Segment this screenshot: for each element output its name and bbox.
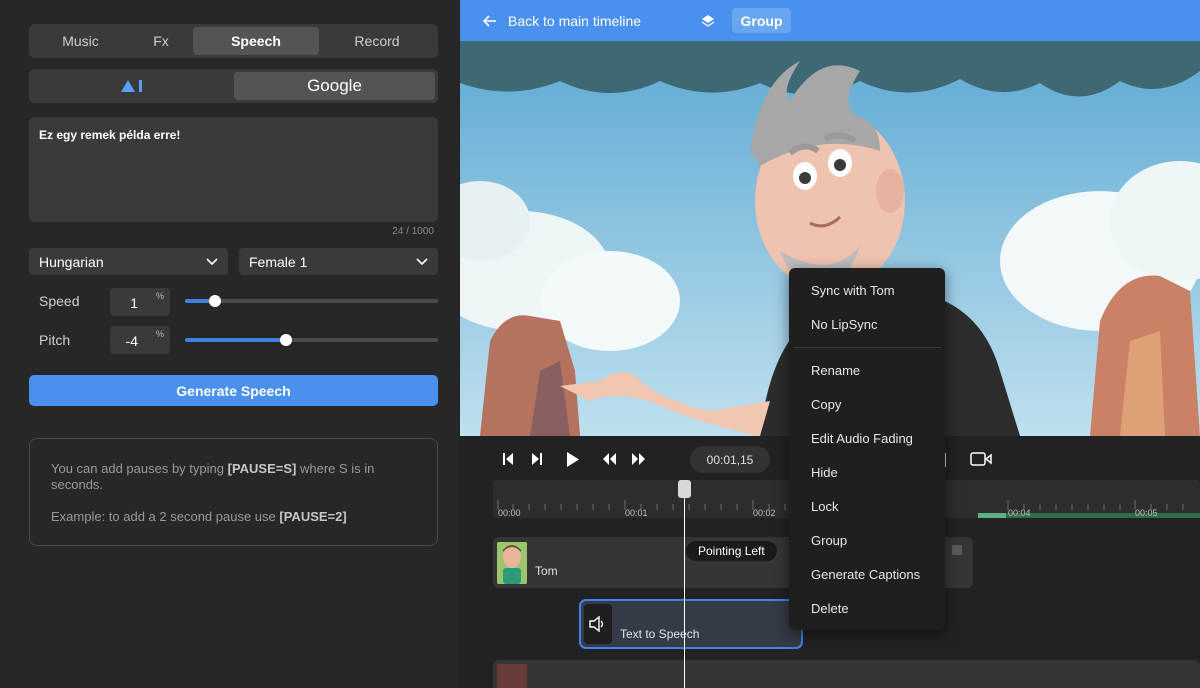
generate-speech-button[interactable]: Generate Speech	[29, 375, 438, 406]
menu-item-rename[interactable]: Rename	[811, 363, 860, 378]
pause-example-line: Example: to add a 2 second pause use [PA…	[51, 509, 416, 525]
character-thumbnail	[497, 542, 527, 584]
pause-hint-line: You can add pauses by typing [PAUSE=S] w…	[51, 461, 416, 493]
tab-record[interactable]: Record	[319, 27, 435, 55]
provider-logo-icon	[121, 80, 142, 92]
speed-label: Speed	[39, 293, 80, 309]
speed-slider-handle[interactable]	[209, 295, 221, 307]
example-text: Example: to add a 2 second pause use	[51, 509, 280, 524]
skip-start-icon[interactable]	[502, 452, 514, 466]
speed-input[interactable]: 1 %	[110, 288, 170, 316]
language-select[interactable]: Hungarian	[29, 248, 228, 275]
action-clip-pointing-left[interactable]: Pointing Left	[686, 541, 777, 561]
step-forward-icon[interactable]	[531, 452, 543, 466]
play-icon[interactable]	[566, 451, 580, 468]
video-thumbnail	[497, 664, 527, 688]
menu-item-copy[interactable]: Copy	[811, 397, 841, 412]
ruler-tick-label: 00:00	[498, 508, 521, 518]
speech-panel: Music Fx Speech Record Google Ez egy rem…	[0, 0, 459, 688]
tab-fx[interactable]: Fx	[129, 27, 193, 55]
ruler-tick-label: 00:04	[1008, 508, 1031, 518]
ruler-tick-label: 00:02	[753, 508, 776, 518]
group-header-bar: Back to main timeline Group	[460, 0, 1200, 41]
back-arrow-icon[interactable]	[483, 15, 497, 27]
menu-item-group[interactable]: Group	[811, 533, 847, 548]
track-character-name: Tom	[535, 564, 558, 578]
camera-icon[interactable]	[970, 452, 992, 466]
voice-select[interactable]: Female 1	[239, 248, 438, 275]
menu-item-sync-with-tom[interactable]: Sync with Tom	[811, 283, 895, 298]
speed-slider[interactable]	[185, 295, 438, 307]
ruler-tick-label: 00:05	[1135, 508, 1158, 518]
provider-selector: Google	[29, 69, 438, 103]
menu-item-lock[interactable]: Lock	[811, 499, 838, 514]
video-track[interactable]	[493, 660, 1200, 688]
hint-code: [PAUSE=S]	[227, 461, 297, 476]
pitch-value: -4	[125, 333, 138, 349]
speed-unit: %	[155, 291, 164, 301]
pitch-input[interactable]: -4 %	[110, 326, 170, 354]
provider-option-google[interactable]: Google	[234, 72, 435, 100]
character-counter: 24 / 1000	[392, 226, 434, 237]
fast-forward-icon[interactable]	[631, 452, 646, 466]
menu-divider	[793, 347, 941, 348]
tab-speech[interactable]: Speech	[193, 27, 319, 55]
avatar	[497, 542, 527, 584]
menu-item-delete[interactable]: Delete	[811, 601, 849, 616]
menu-item-edit-audio-fading[interactable]: Edit Audio Fading	[811, 431, 913, 446]
playhead-handle[interactable]	[678, 480, 691, 498]
tab-music[interactable]: Music	[32, 27, 129, 55]
media-tabs: Music Fx Speech Record	[29, 24, 438, 58]
pitch-slider[interactable]	[185, 334, 438, 346]
menu-item-hide[interactable]: Hide	[811, 465, 838, 480]
pause-hint-box: You can add pauses by typing [PAUSE=S] w…	[29, 438, 438, 546]
hint-text: You can add pauses by typing	[51, 461, 228, 476]
rewind-icon[interactable]	[602, 452, 617, 466]
clip-icon-box	[584, 604, 612, 644]
pitch-unit: %	[155, 329, 164, 339]
pitch-slider-handle[interactable]	[280, 334, 292, 346]
track-end-handle[interactable]	[952, 545, 962, 555]
speech-text-input[interactable]: Ez egy remek példa erre!	[29, 117, 438, 222]
layers-icon	[701, 15, 715, 27]
chevron-down-icon	[206, 257, 218, 265]
example-code: [PAUSE=2]	[279, 509, 347, 524]
back-to-main-timeline-link[interactable]: Back to main timeline	[508, 13, 641, 29]
speed-value: 1	[130, 295, 138, 311]
chevron-down-icon	[416, 257, 428, 265]
speaker-icon	[589, 616, 604, 632]
group-badge[interactable]: Group	[732, 8, 791, 33]
voice-select-value: Female 1	[249, 253, 308, 270]
context-menu: Sync with Tom No LipSync Rename Copy Edi…	[789, 268, 945, 630]
pitch-label: Pitch	[39, 332, 71, 348]
timecode-display: 00:01,15	[690, 446, 770, 473]
provider-option-ai[interactable]	[32, 72, 232, 100]
menu-item-no-lipsync[interactable]: No LipSync	[811, 317, 877, 332]
pitch-slider-fill	[185, 338, 286, 342]
text-to-speech-clip[interactable]: Text to Speech	[579, 599, 803, 649]
language-select-value: Hungarian	[39, 253, 104, 270]
playhead-line	[684, 490, 685, 688]
clip-label: Text to Speech	[620, 627, 700, 641]
ruler-tick-label: 00:01	[625, 508, 648, 518]
menu-item-generate-captions[interactable]: Generate Captions	[811, 567, 920, 582]
